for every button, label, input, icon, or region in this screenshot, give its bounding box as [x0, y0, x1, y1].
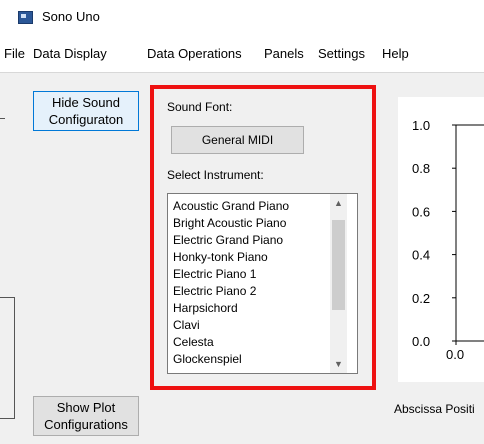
plot-area: 1.0 0.8 0.6 0.4 0.2 0.0 0.0 [398, 97, 484, 382]
menu-data-operations[interactable]: Data Operations [147, 46, 242, 61]
list-item[interactable]: Clavi [173, 317, 200, 334]
list-item[interactable]: Bright Acoustic Piano [173, 215, 286, 232]
list-item[interactable]: Harpsichord [173, 300, 238, 317]
y-tick-label: 0.0 [412, 334, 430, 349]
sound-font-button[interactable]: General MIDI [171, 126, 304, 154]
title-bar: Sono Uno [0, 0, 484, 34]
divider [0, 118, 5, 119]
left-panel-frame [0, 297, 15, 419]
window-title: Sono Uno [42, 9, 100, 24]
app-icon [18, 11, 33, 24]
menu-file[interactable]: File [4, 46, 25, 61]
list-item[interactable]: Glockenspiel [173, 351, 242, 368]
hide-sound-configuration-button[interactable]: Hide Sound Configuraton [33, 91, 139, 131]
y-tick-label: 0.6 [412, 204, 430, 219]
list-item[interactable]: Electric Piano 2 [173, 283, 256, 300]
menu-settings[interactable]: Settings [318, 46, 365, 61]
plot-chart: 1.0 0.8 0.6 0.4 0.2 0.0 0.0 [412, 118, 484, 362]
x-tick-label: 0.0 [446, 347, 464, 362]
menu-panels[interactable]: Panels [264, 46, 304, 61]
menu-data-display[interactable]: Data Display [33, 46, 107, 61]
y-tick-label: 0.2 [412, 291, 430, 306]
abscissa-label: Abscissa Positi [394, 402, 475, 416]
select-instrument-label: Select Instrument: [167, 168, 264, 182]
y-tick-label: 1.0 [412, 118, 430, 133]
menu-help[interactable]: Help [382, 46, 409, 61]
list-item[interactable]: Electric Grand Piano [173, 232, 283, 249]
y-tick-label: 0.4 [412, 248, 430, 263]
show-plot-configurations-button[interactable]: Show Plot Configurations [33, 396, 139, 436]
list-item[interactable]: Honky-tonk Piano [173, 249, 268, 266]
list-item[interactable]: Celesta [173, 334, 214, 351]
list-item[interactable]: Acoustic Grand Piano [173, 198, 289, 215]
scroll-thumb[interactable] [332, 220, 345, 310]
list-item[interactable]: Electric Piano 1 [173, 266, 256, 283]
instrument-scrollbar[interactable]: ▲ ▼ [330, 194, 347, 373]
scroll-up-icon[interactable]: ▲ [330, 195, 347, 212]
scroll-down-icon[interactable]: ▼ [330, 356, 347, 373]
sound-font-label: Sound Font: [167, 100, 233, 114]
menu-bar: File Data Display Data Operations Panels… [0, 34, 484, 73]
y-tick-label: 0.8 [412, 161, 430, 176]
